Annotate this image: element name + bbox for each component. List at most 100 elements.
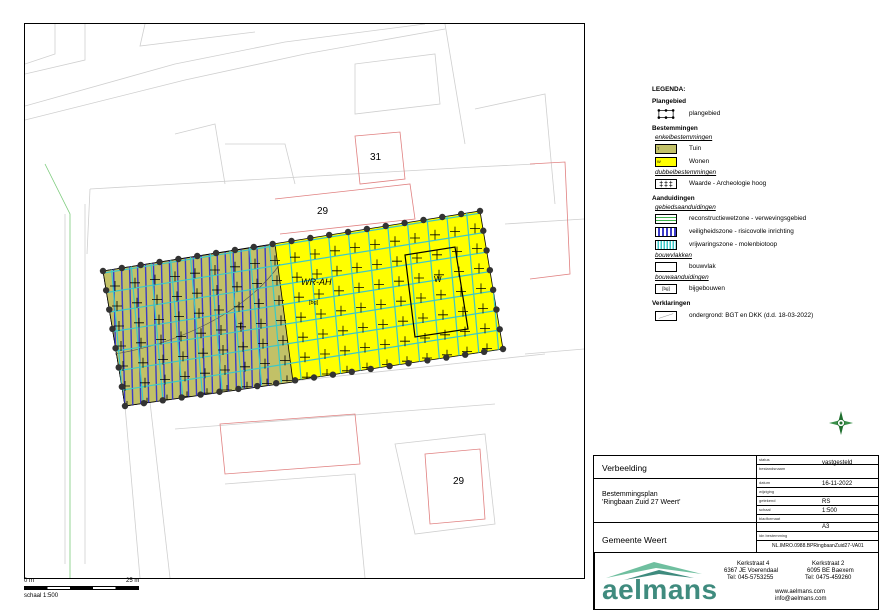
plangebied-boundary-dot	[424, 357, 431, 364]
municipality: Gemeente Weert	[602, 535, 667, 545]
plangebied-boundary-dot	[443, 354, 450, 361]
tuin-swatch: T	[655, 143, 677, 154]
archeologie-cross	[244, 401, 254, 406]
address1-city: 6367 JE Voerendaal	[724, 568, 779, 574]
archeologie-cross	[492, 240, 502, 251]
veiligheid-swatch	[655, 226, 677, 237]
archeologie-cross	[264, 398, 274, 406]
archeologie-cross	[284, 395, 294, 406]
bijgebouwen-label: [bg]	[309, 300, 319, 306]
house-number-29-top: 29	[317, 206, 329, 217]
plangebied-boundary-dot	[269, 240, 276, 248]
plangebied-boundary-dot	[212, 249, 220, 257]
legend-item-bouwvlak: bouwvlak	[655, 260, 882, 273]
legend-item-tuin: T Tuin	[655, 142, 882, 155]
wonen-swatch: W	[655, 156, 677, 167]
legend-item-wonen: W Wonen	[655, 155, 882, 168]
plangebied-boundary-dot	[326, 231, 333, 239]
plangebied-boundary-dot	[288, 237, 295, 245]
plangebied-boundary-dot	[329, 371, 337, 378]
legend-label-ondergrond: ondergrond: BGT en DKK (d.d. 18-03-2022)	[689, 312, 814, 319]
legend-bouwaanduiding-subheader: bouwaanduidingen	[655, 274, 709, 281]
legend-label-bijgebouwen: bijgebouwen	[689, 285, 725, 292]
stage-label: Verbeelding	[602, 463, 647, 473]
address1-street: Kerkstraat 4	[737, 561, 770, 567]
plangebied-boundary-dot	[348, 368, 355, 375]
plangebied-boundary-dot	[382, 222, 389, 230]
tuin-swatch-code: T	[657, 145, 660, 151]
plangebied-boundary-dot	[493, 306, 500, 313]
vrijwaring-swatch	[655, 239, 677, 250]
plangebied-boundary-dot	[480, 348, 488, 356]
plangebied-boundary-dot	[250, 243, 257, 251]
plangebied-boundary-dot	[156, 258, 163, 266]
legend-gebied-subheader: gebiedsaanduidingen	[655, 204, 716, 211]
company-logo-text: aelmans	[602, 574, 718, 605]
legend-item-waarde: Waarde - Archeologie hoog	[655, 177, 882, 190]
legend-aanduidingen-header: Aanduidingen	[652, 195, 695, 202]
schaal-value: 1:500	[822, 508, 838, 514]
plangebied-boundary-dot	[457, 210, 465, 218]
scale-bar: 0 m 25 m schaal 1:500	[24, 578, 154, 608]
plangebied-boundary-dot	[159, 397, 166, 404]
plangebied-boundary-dot	[216, 388, 223, 395]
getekend-label: getekend	[759, 498, 776, 503]
scale-bar-graphic	[24, 586, 139, 590]
bladformaat-value: A3	[822, 524, 830, 530]
plangebied-boundary-dot	[231, 246, 239, 254]
archeologie-cross	[484, 363, 494, 374]
plangebied-boundary-dot	[499, 345, 507, 353]
house-number-31: 31	[370, 152, 382, 163]
bijgebouwen-swatch: [bg]	[655, 283, 677, 294]
plangebied-boundary-dot	[140, 399, 148, 407]
archeologie-cross	[444, 369, 454, 380]
map-canvas[interactable]: 31 29 29 WR-AH [bg] T W	[25, 24, 584, 578]
schaal-label: schaal	[759, 507, 771, 512]
archeologie-cross	[490, 220, 500, 231]
title-block: Verbeelding status vastgesteld bestandsn…	[593, 455, 879, 610]
plan-line-1: Bestemmingsplan	[602, 491, 658, 498]
email-link[interactable]: info@aelmans.com	[775, 596, 826, 602]
scale-end-label: 25 m	[126, 578, 140, 584]
plangebied-symbol	[657, 108, 675, 119]
plangebied-boundary-dot	[291, 377, 299, 384]
scale-start-label: 0 m	[24, 578, 35, 584]
archeologie-cross	[224, 405, 234, 406]
bestandsnaam-label: bestandsnaam	[759, 466, 786, 471]
address2-street: Kerkstraat 2	[812, 561, 845, 567]
house-number-29-bottom: 29	[453, 476, 465, 487]
legend: LEGENDA: Plangebied plangebied Bestemmin…	[652, 86, 882, 322]
legend-title: LEGENDA:	[652, 86, 686, 93]
legend-label-reconstructie: reconstructiewetzone - verwevingsgebied	[689, 215, 807, 222]
plangebied-boundary-dot	[254, 382, 261, 390]
archeologie-cross	[404, 376, 414, 387]
status-label: status	[759, 457, 770, 462]
archeologie-cross	[344, 385, 354, 396]
website-link[interactable]: www.aelmans.com	[775, 589, 825, 595]
bijgebouwen-swatch-code: [bg]	[662, 285, 670, 291]
wonen-swatch-code: W	[657, 158, 661, 164]
bladformaat-label: bladformaat	[759, 516, 781, 521]
datum-label: datum	[759, 480, 771, 485]
waarde-swatch	[655, 178, 677, 189]
idn-label: idn bestemming	[759, 533, 788, 538]
north-arrow-icon	[829, 411, 853, 435]
archeologie-cross	[504, 360, 514, 370]
archeologie-cross	[384, 379, 394, 390]
legend-item-veiligheid: veiligheidszone - risicovolle inrichting	[655, 225, 882, 238]
legend-label-bouwvlak: bouwvlak	[689, 263, 716, 270]
legend-item-reconstructie: reconstructiewetzone - verwevingsgebied	[655, 212, 882, 225]
legend-enkel-subheader: enkelbestemmingen	[655, 134, 713, 141]
map-frame[interactable]: 31 29 29 WR-AH [bg] T W	[24, 23, 585, 579]
plangebied-boundary-dot	[102, 287, 110, 294]
getekend-value: RS	[822, 499, 831, 505]
archeologie-cross	[124, 421, 134, 431]
plangebied-boundary-dot	[235, 385, 242, 393]
idn-value: NL.IMRO.0988.BPRingbaanZuid27-VA01	[772, 543, 864, 549]
plangebied-boundary-dot	[109, 325, 116, 333]
bouwvlak-swatch	[655, 261, 677, 272]
plangebied-boundary-dot	[496, 326, 503, 333]
archeologie-cross	[164, 415, 174, 425]
plangebied-boundary-dot	[344, 228, 352, 236]
legend-verklaringen-header: Verklaringen	[652, 300, 691, 307]
